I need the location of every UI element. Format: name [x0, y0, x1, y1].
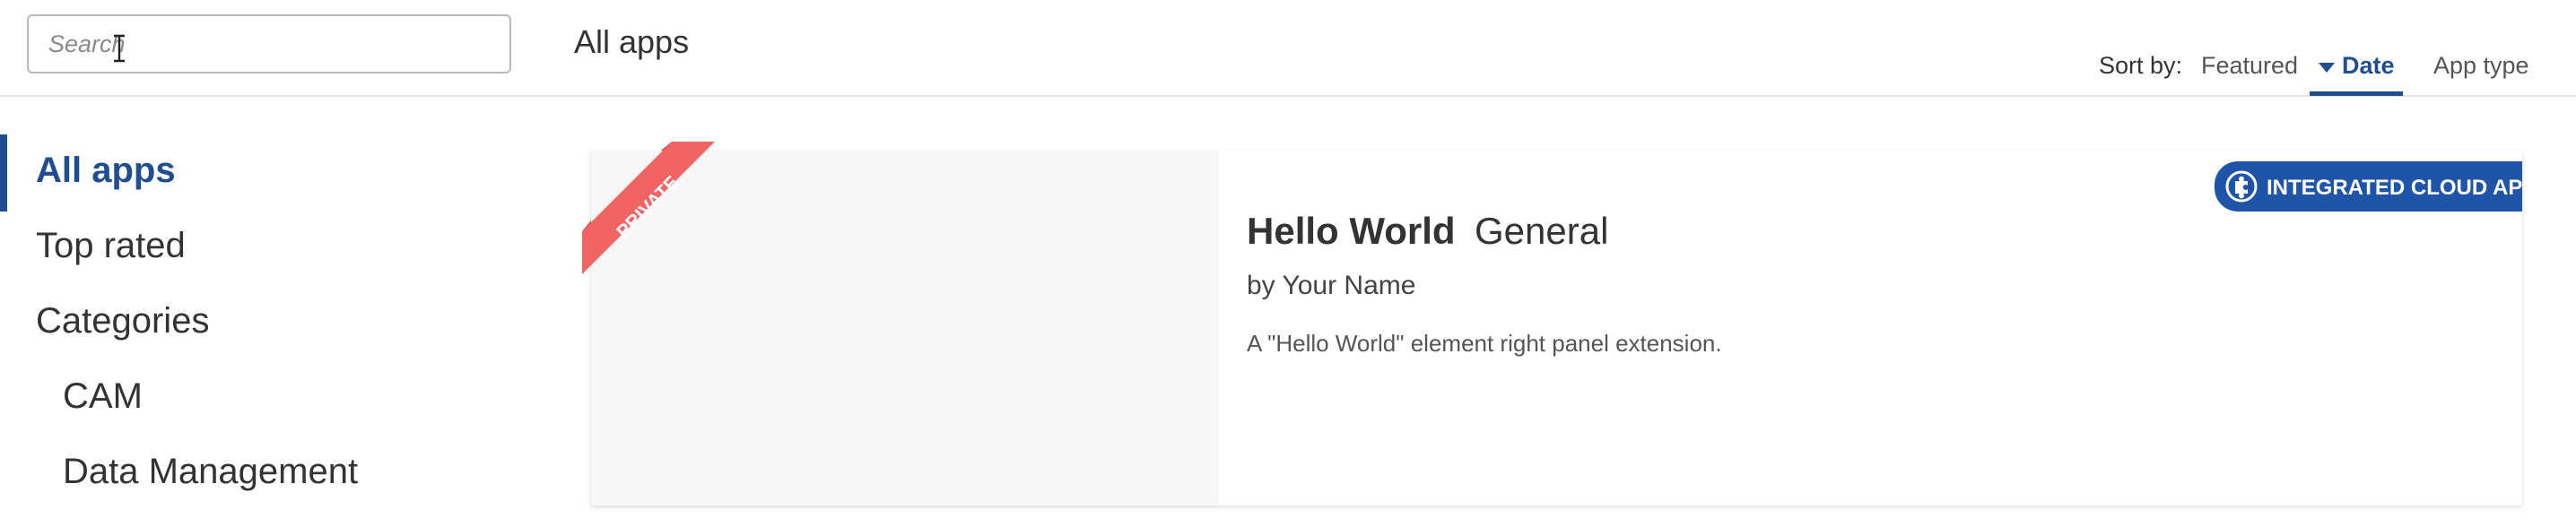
- app-category: General: [1475, 210, 1609, 252]
- sort-option-featured[interactable]: Featured: [2201, 52, 2298, 80]
- page-title: All apps: [574, 23, 690, 60]
- app-author: by Your Name: [1247, 271, 1416, 300]
- sidebar-active-indicator: [0, 134, 7, 212]
- sort-option-date[interactable]: Date: [2310, 52, 2403, 93]
- app-description: A "Hello World" element right panel exte…: [1247, 330, 1722, 357]
- sort-option-date-label: Date: [2342, 52, 2395, 79]
- sort-option-app-type[interactable]: App type: [2433, 52, 2529, 80]
- caret-down-icon: [2319, 63, 2335, 73]
- app-type-badge-label: INTEGRATED CLOUD APP: [2267, 176, 2537, 200]
- sidebar-item-cam[interactable]: CAM: [63, 376, 143, 417]
- private-ribbon: PRIVATE: [582, 142, 715, 274]
- selected-sort-indicator: [2310, 91, 2403, 96]
- sidebar-item-categories[interactable]: Categories: [36, 301, 209, 341]
- app-card[interactable]: PRIVATE Hello World General by Your Name…: [582, 142, 2537, 505]
- top-bar: All apps Sort by: Featured Date App type: [0, 0, 2576, 97]
- sidebar-item-top-rated[interactable]: Top rated: [36, 226, 186, 266]
- app-type-badge: INTEGRATED CLOUD APP: [2215, 161, 2537, 212]
- sidebar-item-all-apps[interactable]: All apps: [36, 151, 176, 191]
- search-box[interactable]: [27, 14, 511, 73]
- puzzle-icon: [2225, 170, 2258, 203]
- sidebar-item-data-management[interactable]: Data Management: [63, 452, 358, 492]
- app-name: Hello World: [1247, 210, 1456, 252]
- search-input[interactable]: [29, 16, 509, 72]
- sort-by-label: Sort by:: [2099, 52, 2183, 79]
